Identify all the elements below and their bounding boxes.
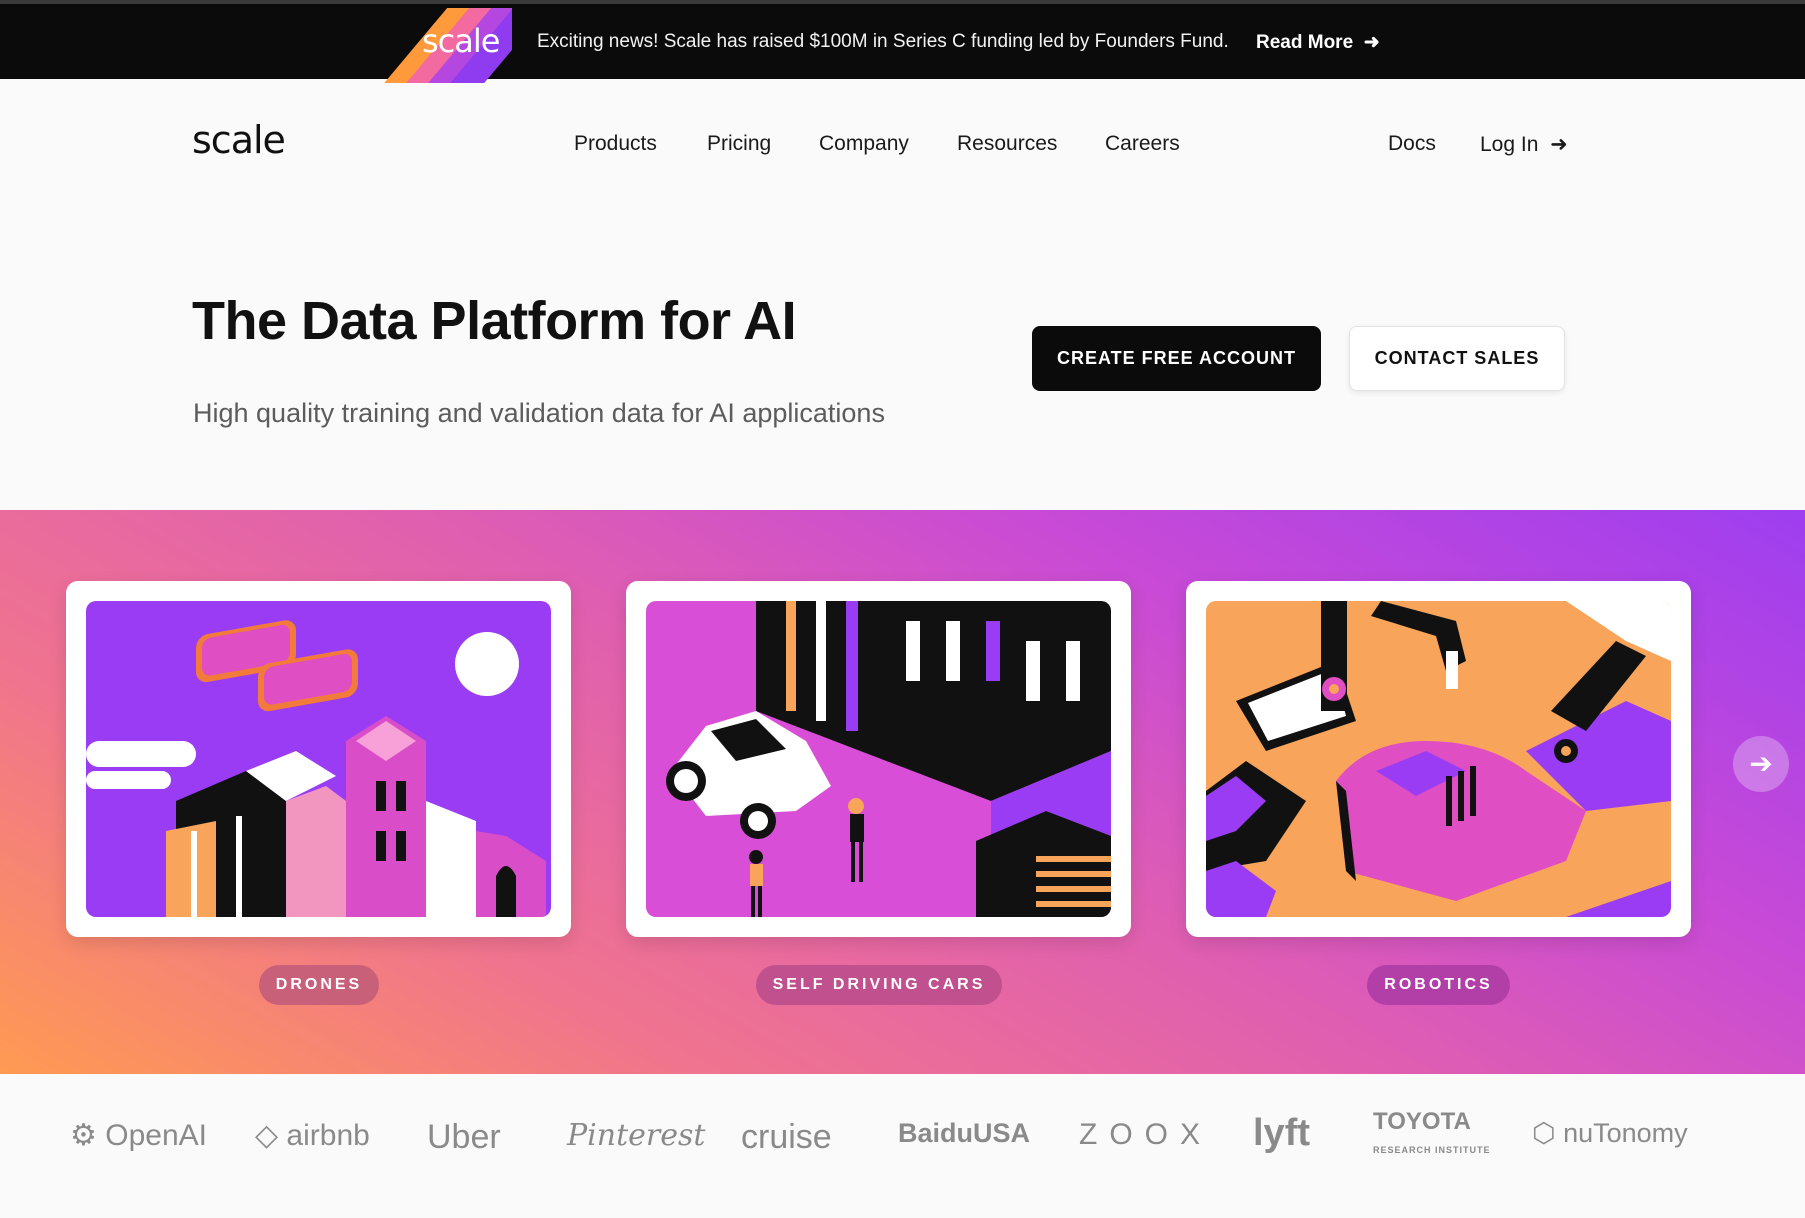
robotics-label: ROBOTICS <box>1384 976 1493 993</box>
robotics-illustration <box>1206 601 1671 917</box>
uber-logo: Uber <box>427 1118 501 1156</box>
nav-products[interactable]: Products <box>574 132 657 156</box>
nav-company[interactable]: Company <box>819 132 909 156</box>
read-more-link[interactable]: Read More ➜ <box>1256 31 1380 54</box>
robotics-pill[interactable]: ROBOTICS <box>1367 965 1510 1005</box>
nav-resources[interactable]: Resources <box>957 132 1057 156</box>
airbnb-icon: ◇ <box>255 1119 279 1152</box>
arrow-right-icon: ➜ <box>1544 133 1568 156</box>
login-label: Log In <box>1480 133 1539 156</box>
nutonomy-logo: ⬡ nuTonomy <box>1532 1118 1688 1149</box>
self-driving-cars-label: SELF DRIVING CARS <box>772 976 986 993</box>
announcement-logo: scale <box>382 8 512 83</box>
airbnb-logo-text: airbnb <box>286 1119 370 1152</box>
baidu-usa-logo: BaiduUSA <box>898 1118 1031 1148</box>
robotics-card[interactable] <box>1186 581 1691 937</box>
announcement-text: Exciting news! Scale has raised $100M in… <box>537 31 1229 52</box>
nav-docs[interactable]: Docs <box>1388 132 1436 156</box>
brand-logo[interactable]: scale <box>192 118 286 162</box>
drones-illustration <box>86 601 551 917</box>
pinterest-logo: Pinterest <box>567 1118 706 1153</box>
read-more-label: Read More <box>1256 32 1354 53</box>
create-free-account-button[interactable]: CREATE FREE ACCOUNT <box>1032 326 1321 391</box>
hero-title: The Data Platform for AI <box>192 291 797 351</box>
announcement-logo-text: scale <box>422 22 500 60</box>
airbnb-logo: ◇ airbnb <box>255 1118 370 1153</box>
nutonomy-icon: ⬡ <box>1532 1118 1556 1148</box>
nutonomy-logo-text: nuTonomy <box>1563 1118 1688 1148</box>
openai-icon: ⚙ <box>70 1119 97 1152</box>
nav-pricing[interactable]: Pricing <box>707 132 771 156</box>
openai-logo-text: OpenAI <box>105 1119 207 1152</box>
toyota-logo-subtext: RESEARCH INSTITUTE <box>1373 1145 1491 1155</box>
arrow-right-circle-icon: ➔ <box>1749 748 1773 779</box>
zoox-logo: ZOOX <box>1079 1118 1213 1151</box>
nav-careers[interactable]: Careers <box>1105 132 1180 156</box>
drones-pill[interactable]: DRONES <box>259 965 379 1005</box>
toyota-logo: TOYOTA RESEARCH INSTITUTE <box>1373 1110 1491 1162</box>
drones-label: DRONES <box>275 976 363 993</box>
openai-logo: ⚙ OpenAI <box>70 1118 207 1153</box>
arrow-right-icon: ➜ <box>1358 32 1380 53</box>
customer-logos: ⚙ OpenAI ◇ airbnb Uber Pinterest cruise … <box>0 1074 1805 1218</box>
toyota-logo-text: TOYOTA <box>1373 1108 1471 1135</box>
self-driving-cars-card[interactable] <box>626 581 1131 937</box>
industries-carousel: DRONES SELF DRIVING CARS ROBOTICS ➔ <box>0 510 1805 1074</box>
carousel-next-button[interactable]: ➔ <box>1733 736 1789 792</box>
drones-card[interactable] <box>66 581 571 937</box>
contact-sales-button[interactable]: CONTACT SALES <box>1349 326 1565 391</box>
self-driving-cars-illustration <box>646 601 1111 917</box>
cruise-logo: cruise <box>741 1118 832 1156</box>
lyft-logo: lyft <box>1253 1112 1310 1154</box>
nav-login[interactable]: Log In ➜ <box>1480 132 1568 157</box>
hero-subtitle: High quality training and validation dat… <box>193 398 885 428</box>
announcement-bar: scale Exciting news! Scale has raised $1… <box>0 0 1805 83</box>
self-driving-cars-pill[interactable]: SELF DRIVING CARS <box>756 965 1002 1005</box>
